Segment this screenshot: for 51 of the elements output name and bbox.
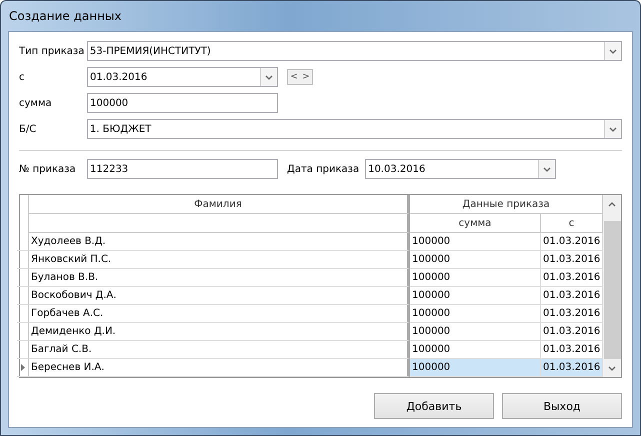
order-type-combobox[interactable]: 53-ПРЕМИЯ(ИНСТИТУТ) xyxy=(86,41,622,61)
table-cell: Баглай С.В. xyxy=(29,341,410,359)
table-cell: 100000 xyxy=(410,287,541,305)
sum-input[interactable]: 100000 xyxy=(87,93,278,113)
table-cell: 100000 xyxy=(410,305,541,323)
table-cell: 100000 xyxy=(410,359,541,377)
chevron-down-icon xyxy=(609,126,617,132)
window-title: Создание данных xyxy=(9,9,122,23)
budget-combobox[interactable]: 1. БЮДЖЕТ xyxy=(86,119,622,139)
table-cell: Янковский П.С. xyxy=(29,251,410,269)
table-cell: Худолеев В.Д. xyxy=(29,233,410,251)
scroll-down-icon[interactable] xyxy=(608,366,616,370)
dialog-button[interactable]: Добавить xyxy=(374,393,494,419)
table-cell: 01.03.2016 xyxy=(541,269,603,287)
table-cell: Горбачев А.С. xyxy=(29,305,410,323)
chevron-down-icon xyxy=(609,48,617,54)
field-label: № приказа xyxy=(19,164,77,174)
table-cell: 100000 xyxy=(410,233,541,251)
table-cell: 100000 xyxy=(410,251,541,269)
table-cell: 100000 xyxy=(410,269,541,287)
table-cell: 01.03.2016 xyxy=(541,341,603,359)
next-button[interactable]: > xyxy=(300,70,312,84)
table-cell: 01.03.2016 xyxy=(541,251,603,269)
table-cell: Береснев И.А. xyxy=(29,359,410,377)
table-cell: Воскобович Д.А. xyxy=(29,287,410,305)
scroll-up-icon[interactable] xyxy=(608,202,616,206)
table-cell: Демиденко Д.И. xyxy=(29,323,410,341)
current-row-icon xyxy=(20,364,24,371)
scrollbar[interactable] xyxy=(603,195,621,377)
table-cell: 100000 xyxy=(410,341,541,359)
previous-button[interactable]: < xyxy=(288,70,300,84)
table-cell: 100000 xyxy=(410,323,541,341)
field-label: с xyxy=(19,72,26,82)
order-date-combobox[interactable]: 10.03.2016 xyxy=(365,159,556,179)
table-cell: 01.03.2016 xyxy=(541,233,603,251)
table-cell: Буланов В.В. xyxy=(29,269,410,287)
table-cell: 01.03.2016 xyxy=(541,305,603,323)
table-cell: 01.03.2016 xyxy=(541,359,603,377)
chevron-down-icon xyxy=(265,74,273,80)
field-label: Тип приказа xyxy=(19,46,86,56)
order-number-input[interactable]: 112233 xyxy=(87,159,278,179)
column-group-header: Данные приказа xyxy=(410,195,603,214)
date-combobox[interactable]: 01.03.2016 xyxy=(87,67,278,87)
dialog-button[interactable]: Выход xyxy=(502,393,622,419)
column-header[interactable]: Фамилия xyxy=(29,195,410,214)
chevron-down-icon xyxy=(543,166,552,172)
table-cell: 01.03.2016 xyxy=(541,287,603,305)
table-cell: 01.03.2016 xyxy=(541,323,603,341)
field-label: Б/С xyxy=(19,124,38,134)
field-label: Дата приказа xyxy=(287,164,360,174)
field-label: сумма xyxy=(19,98,53,108)
